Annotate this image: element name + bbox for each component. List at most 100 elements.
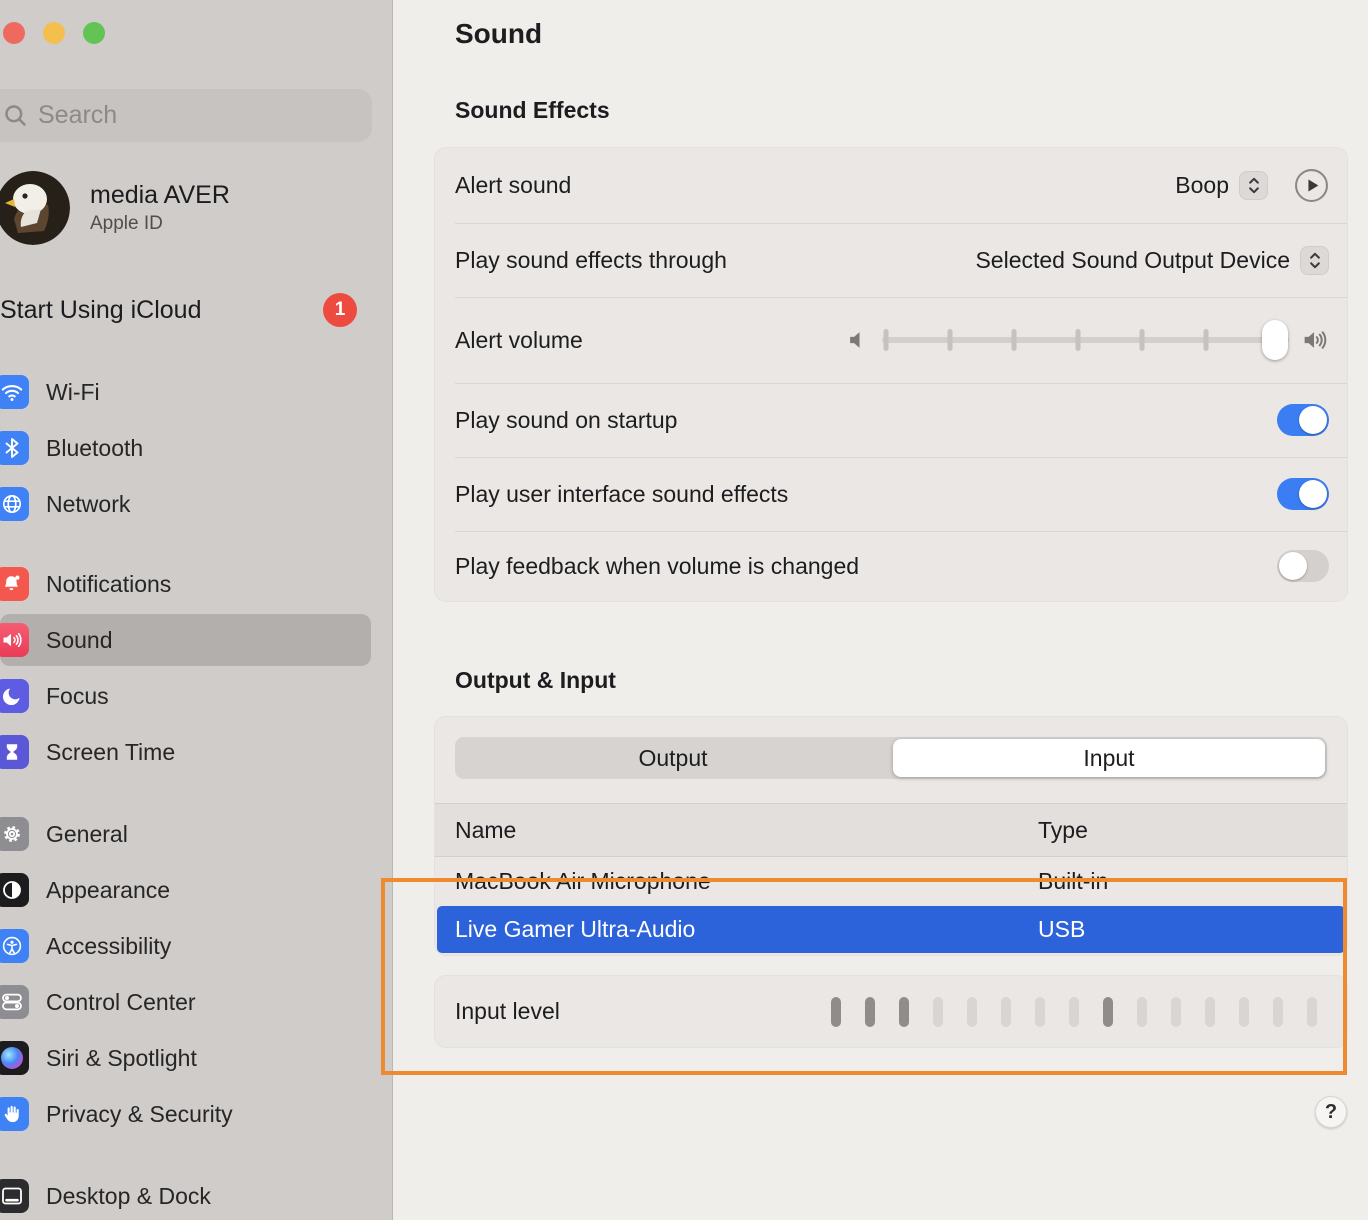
level-segment — [1239, 997, 1249, 1027]
startup-sound-label: Play sound on startup — [455, 407, 677, 434]
sound-effects-card: Alert sound Boop Play sound effects thro… — [435, 148, 1347, 601]
contrast-icon — [0, 873, 29, 907]
sidebar-item-label: Bluetooth — [46, 435, 143, 462]
tab-output[interactable]: Output — [457, 739, 889, 777]
globe-icon — [0, 487, 29, 521]
sidebar-item-label: Desktop & Dock — [46, 1183, 211, 1210]
device-name: Live Gamer Ultra-Audio — [455, 916, 695, 943]
level-segment — [1103, 997, 1113, 1027]
bell-icon — [0, 567, 29, 601]
level-segment — [967, 997, 977, 1027]
sidebar-item-label: Network — [46, 491, 130, 518]
sidebar-item-screen-time[interactable]: Screen Time — [0, 726, 371, 778]
level-segment — [899, 997, 909, 1027]
sidebar-item-label: Appearance — [46, 877, 170, 904]
sidebar-item-label: Accessibility — [46, 933, 171, 960]
siri-orb-icon — [0, 1041, 29, 1075]
sidebar-item-label: Screen Time — [46, 739, 175, 766]
alert-volume-label: Alert volume — [455, 327, 583, 354]
startup-sound-row: Play sound on startup — [435, 383, 1347, 457]
device-table-header: Name Type — [435, 803, 1347, 857]
wifi-icon — [0, 375, 29, 409]
page-title: Sound — [455, 18, 542, 50]
profile-subtitle: Apple ID — [90, 213, 230, 235]
sidebar-item-focus[interactable]: Focus — [0, 670, 371, 722]
sidebar-item-label: Control Center — [46, 989, 196, 1016]
device-name: MacBook Air Microphone — [455, 868, 711, 895]
notification-badge: 1 — [323, 293, 357, 327]
slider-tick — [1140, 329, 1145, 351]
level-segment — [1069, 997, 1079, 1027]
output-input-card: Output Input Name Type MacBook Air Micro… — [435, 717, 1347, 955]
search-icon — [2, 102, 29, 129]
apple-id-profile[interactable]: media AVER Apple ID — [0, 168, 380, 248]
avatar — [0, 171, 70, 245]
sidebar-item-network[interactable]: Network — [0, 478, 371, 530]
sound-settings-pane: Sound Sound Effects Alert sound Boop Pla… — [394, 0, 1368, 1220]
play-through-popup-stepper[interactable] — [1300, 246, 1329, 275]
sidebar-item-label: General — [46, 821, 128, 848]
sidebar-item-start-using-icloud[interactable]: Start Using iCloud 1 — [0, 288, 371, 332]
sidebar-item-general[interactable]: General — [0, 808, 371, 860]
alert-sound-label: Alert sound — [455, 172, 571, 199]
accessibility-icon — [0, 929, 29, 963]
input-level-meter — [831, 997, 1317, 1027]
input-level-card: Input level — [435, 976, 1347, 1047]
play-alert-sound-button[interactable] — [1294, 168, 1329, 203]
sidebar-item-accessibility[interactable]: Accessibility — [0, 920, 371, 972]
sidebar-item-appearance[interactable]: Appearance — [0, 864, 371, 916]
alert-sound-popup-stepper[interactable] — [1239, 171, 1268, 200]
slider-tick — [1076, 329, 1081, 351]
slider-track[interactable] — [882, 319, 1289, 361]
play-through-label: Play sound effects through — [455, 247, 727, 274]
alert-volume-slider[interactable] — [842, 319, 1329, 361]
moon-icon — [0, 679, 29, 713]
sidebar-item-label: Siri & Spotlight — [46, 1045, 197, 1072]
hand-icon — [0, 1097, 29, 1131]
sidebar-item-privacy-security[interactable]: Privacy & Security — [0, 1088, 371, 1140]
sidebar-item-wifi[interactable]: Wi-Fi — [0, 366, 371, 418]
startup-sound-toggle[interactable] — [1277, 404, 1329, 436]
sidebar-item-label: Focus — [46, 683, 109, 710]
level-segment — [1171, 997, 1181, 1027]
ui-sounds-row: Play user interface sound effects — [435, 457, 1347, 531]
sidebar-item-desktop-dock[interactable]: Desktop & Dock — [0, 1170, 371, 1220]
system-settings-window: Search media AVER Apple ID Start Using i… — [0, 0, 1368, 1220]
column-header-name: Name — [455, 817, 516, 844]
slider-tick — [1203, 329, 1208, 351]
search-placeholder: Search — [38, 101, 117, 130]
sidebar-item-sound[interactable]: Sound — [0, 614, 371, 666]
minimize-button[interactable] — [43, 22, 65, 44]
volume-feedback-label: Play feedback when volume is changed — [455, 553, 859, 580]
zoom-button[interactable] — [83, 22, 105, 44]
input-level-label: Input level — [455, 998, 560, 1025]
tab-input[interactable]: Input — [893, 739, 1325, 777]
sidebar-item-siri-spotlight[interactable]: Siri & Spotlight — [0, 1032, 371, 1084]
level-segment — [1001, 997, 1011, 1027]
output-input-heading: Output & Input — [455, 667, 616, 694]
sound-effects-heading: Sound Effects — [455, 97, 610, 124]
help-button[interactable]: ? — [1315, 1096, 1347, 1128]
ui-sounds-label: Play user interface sound effects — [455, 481, 788, 508]
volume-feedback-toggle[interactable] — [1277, 550, 1329, 582]
speaker-loud-icon — [1299, 325, 1329, 355]
level-segment — [1137, 997, 1147, 1027]
level-segment — [933, 997, 943, 1027]
sidebar-item-label: Sound — [46, 627, 113, 654]
search-input[interactable]: Search — [0, 89, 372, 142]
close-button[interactable] — [3, 22, 25, 44]
level-segment — [831, 997, 841, 1027]
ui-sounds-toggle[interactable] — [1277, 478, 1329, 510]
column-header-type: Type — [1038, 817, 1088, 844]
sidebar-item-label: Wi-Fi — [46, 379, 100, 406]
device-row-macbook-air-microphone[interactable]: MacBook Air Microphone Built-in — [437, 857, 1345, 906]
device-row-live-gamer-ultra-audio[interactable]: Live Gamer Ultra-Audio USB — [437, 906, 1345, 953]
sidebar-item-bluetooth[interactable]: Bluetooth — [0, 422, 371, 474]
level-segment — [865, 997, 875, 1027]
sidebar-item-control-center[interactable]: Control Center — [0, 976, 371, 1028]
hourglass-icon — [0, 735, 29, 769]
sidebar-item-notifications[interactable]: Notifications — [0, 558, 371, 610]
volume-feedback-row: Play feedback when volume is changed — [435, 531, 1347, 601]
device-type: Built-in — [1038, 868, 1108, 895]
slider-thumb[interactable] — [1262, 320, 1288, 360]
